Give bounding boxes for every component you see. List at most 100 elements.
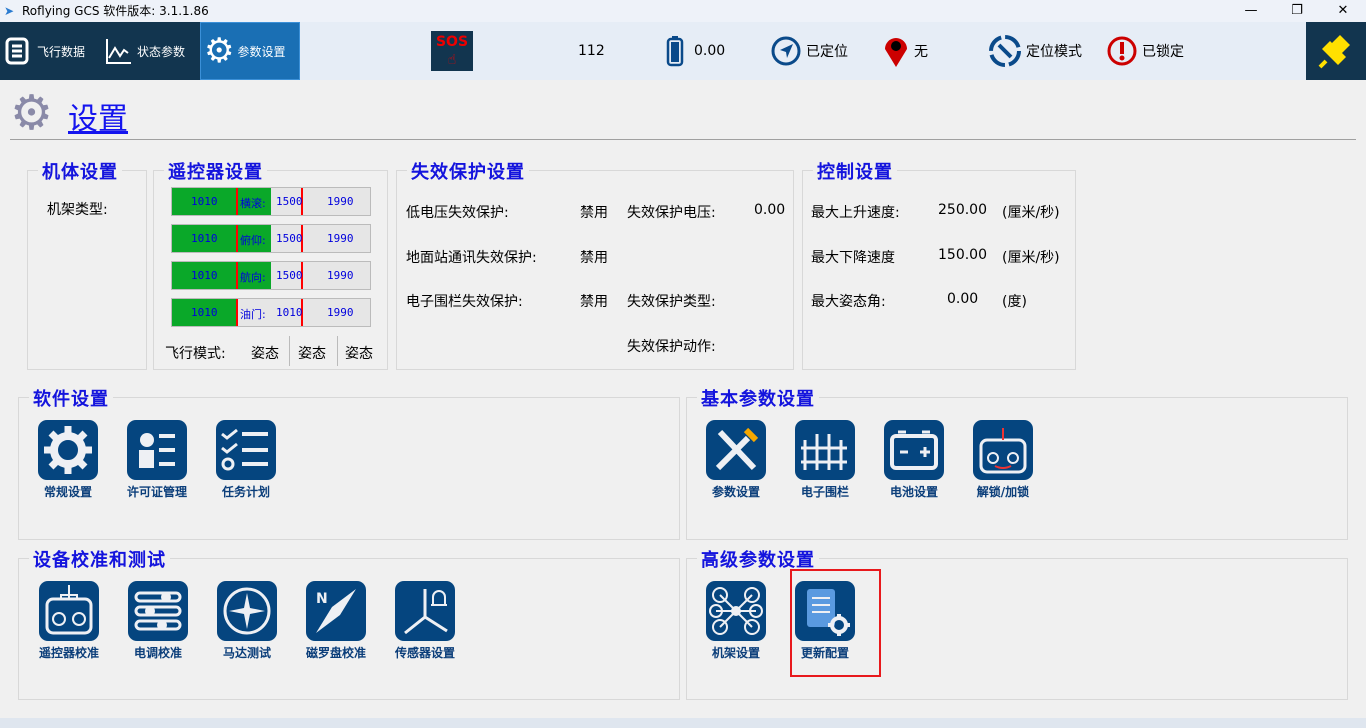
title-bar: ➤ Roflying GCS 软件版本: 3.1.1.86 — ❐ ✕ — [0, 0, 1366, 22]
divider — [10, 139, 1356, 140]
battery-settings-button[interactable]: 电池设置 — [874, 420, 954, 500]
general-settings-tile — [38, 420, 98, 480]
channel-value: 1500 — [276, 269, 303, 282]
tab-label: 飞行数据 — [37, 44, 86, 59]
battery-icon — [666, 36, 684, 67]
channel-value: 1500 — [276, 195, 303, 208]
icon-label: 许可证管理 — [126, 485, 187, 499]
geo-fence-button[interactable]: 电子围栏 — [785, 420, 865, 500]
failsafe-voltage-value[interactable]: 0.00 — [754, 202, 785, 218]
group-title: 设备校准和测试 — [29, 546, 170, 572]
low-voltage-value[interactable]: 禁用 — [580, 202, 608, 222]
low-voltage-label: 低电压失效保护: — [406, 205, 509, 221]
restore-button[interactable]: ❐ — [1274, 0, 1320, 22]
compass-calibration-tile: N — [306, 581, 366, 641]
minimize-button[interactable]: — — [1228, 0, 1274, 22]
icon-label: 机架设置 — [711, 646, 760, 660]
sensor-settings-button[interactable]: 传感器设置 — [385, 581, 465, 661]
plug-icon — [1318, 35, 1350, 69]
param-settings-tile — [706, 420, 766, 480]
status-strip — [0, 718, 1366, 728]
hand-pointer-icon: ☝ — [447, 52, 457, 68]
task-plan-button[interactable]: 任务计划 — [206, 420, 286, 500]
motor-test-button[interactable]: 马达测试 — [207, 581, 287, 661]
toolbar: 飞行数据 状态参数 ⚙ 参数设置 SOS ☝ 112 0.00 已定位 无 定位模… — [0, 22, 1366, 80]
icon-label: 电池设置 — [889, 485, 938, 499]
rc-icon — [45, 585, 93, 635]
icon-label: 电调校准 — [133, 646, 182, 660]
frame-settings-button[interactable]: 机架设置 — [696, 581, 776, 661]
arm-disarm-tile — [973, 420, 1033, 480]
mode-icon — [989, 35, 1021, 67]
page-title[interactable]: 设置 — [68, 94, 128, 138]
max-descent-value[interactable]: 150.00 — [938, 247, 987, 263]
tasks-icon — [221, 428, 268, 471]
rc-channel-bar: 1010 航向: 1500 1990 — [171, 261, 371, 290]
channel-min: 1010 — [191, 232, 218, 245]
tab-status-params[interactable]: 状态参数 — [104, 22, 200, 80]
window-title: Roflying GCS 软件版本: 3.1.1.86 — [22, 4, 209, 18]
highlight-box — [790, 569, 881, 677]
rc-channel-bar: 1010 油门: 1010 1990 — [171, 298, 371, 327]
fence-failsafe-label: 电子围栏失效保护: — [406, 294, 523, 310]
value-text: 112 — [578, 43, 605, 59]
battery-icon — [890, 430, 938, 470]
airframe-group: 机体设置 机架类型: — [27, 158, 147, 370]
channel-max: 1990 — [327, 195, 354, 208]
channel-value: 1010 — [276, 306, 303, 319]
esc-calibration-button[interactable]: 电调校准 — [118, 581, 198, 661]
group-title: 机体设置 — [38, 158, 122, 184]
icon-label: 常规设置 — [43, 485, 92, 499]
fence-icon — [801, 434, 847, 470]
channel-label: 横滚: — [240, 197, 266, 210]
tab-flight-data[interactable]: 飞行数据 — [4, 22, 100, 80]
channel-min: 1010 — [191, 269, 218, 282]
alert-icon — [1107, 36, 1137, 66]
esc-calibration-tile — [128, 581, 188, 641]
group-title: 控制设置 — [813, 158, 897, 184]
gps-status: 已定位 — [770, 22, 848, 80]
gear-icon: ⚙ — [204, 31, 235, 71]
max-descent-unit: (厘米/秒) — [1002, 250, 1060, 266]
divider — [337, 336, 338, 366]
unlock-icon — [979, 428, 1027, 474]
gcs-failsafe-label: 地面站通讯失效保护: — [406, 250, 537, 266]
flight-mode-2: 姿态 — [298, 346, 326, 362]
fence-failsafe-value[interactable]: 禁用 — [580, 291, 608, 311]
failsafe-group: 失效保护设置 低电压失效保护: 禁用 失效保护电压: 0.00 地面站通讯失效保… — [396, 158, 794, 370]
min-marker — [236, 225, 238, 252]
general-settings-button[interactable]: 常规设置 — [28, 420, 108, 500]
min-marker — [236, 262, 238, 289]
max-angle-value[interactable]: 0.00 — [947, 291, 978, 307]
frame-type-label: 机架类型: — [47, 202, 108, 218]
arm-disarm-button[interactable]: 解锁/加锁 — [963, 420, 1043, 500]
tab-param-settings[interactable]: ⚙ 参数设置 — [200, 22, 300, 80]
map-pin-icon — [885, 38, 907, 67]
battery-status: 0.00 — [666, 22, 725, 80]
icon-label: 磁罗盘校准 — [305, 646, 366, 660]
battery-value: 0.00 — [694, 43, 726, 59]
gcs-failsafe-value[interactable]: 禁用 — [580, 247, 608, 267]
channel-max: 1990 — [327, 232, 354, 245]
license-management-button[interactable]: 许可证管理 — [117, 420, 197, 500]
lock-status: 已锁定 — [1106, 22, 1184, 80]
compass-icon: N — [316, 589, 356, 633]
channel-max: 1990 — [327, 306, 354, 319]
channel-label: 俯仰: — [240, 234, 266, 247]
connect-button[interactable] — [1306, 22, 1366, 80]
max-climb-value[interactable]: 250.00 — [938, 202, 987, 218]
channel-min: 1010 — [191, 195, 218, 208]
rc-calibration-button[interactable]: 遥控器校准 — [29, 581, 109, 661]
value-readout: 112 — [578, 22, 605, 80]
frame-settings-tile — [706, 581, 766, 641]
param-settings-button[interactable]: 参数设置 — [696, 420, 776, 500]
close-button[interactable]: ✕ — [1320, 0, 1366, 22]
group-title: 软件设置 — [29, 385, 113, 411]
compass-calibration-button[interactable]: N 磁罗盘校准 — [296, 581, 376, 661]
tools-icon — [715, 427, 759, 471]
channel-value: 1500 — [276, 232, 303, 245]
motor-test-tile — [217, 581, 277, 641]
group-title: 失效保护设置 — [407, 158, 529, 184]
sos-button[interactable]: SOS ☝ — [431, 31, 473, 71]
sensor-settings-tile — [395, 581, 455, 641]
